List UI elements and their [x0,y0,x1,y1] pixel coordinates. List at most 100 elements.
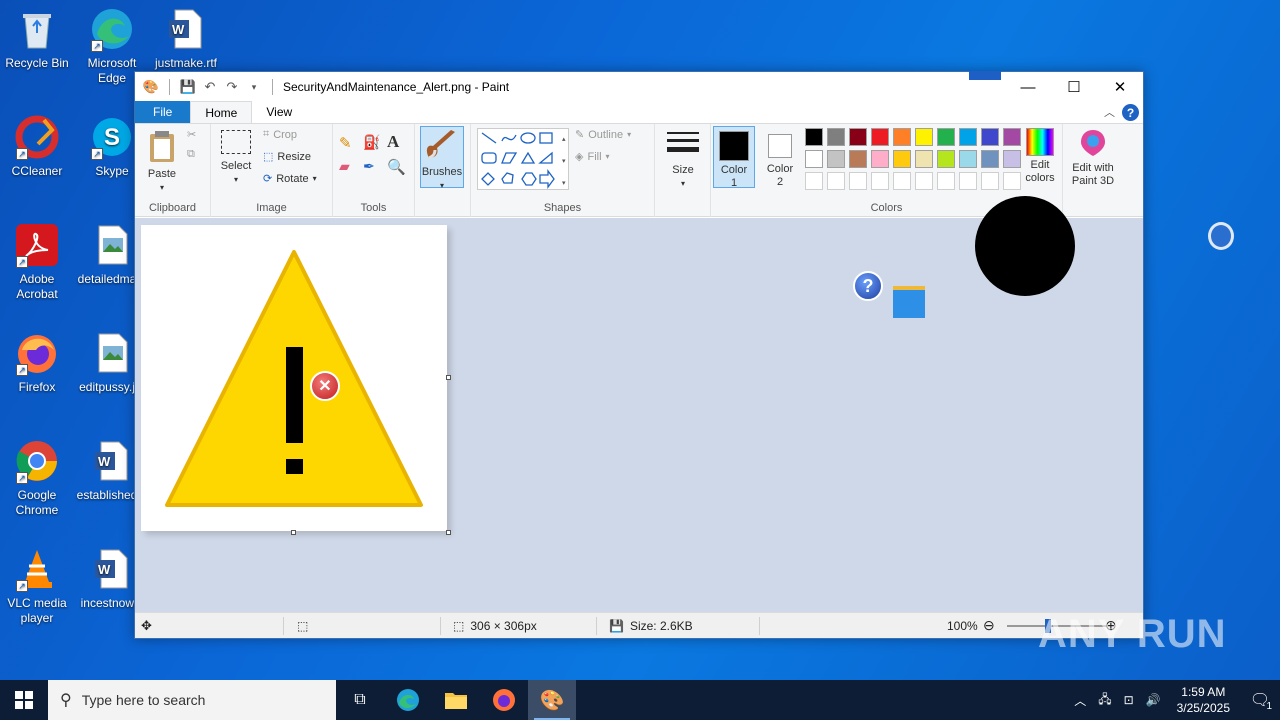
resize-handle-right[interactable] [446,375,451,380]
color2-button[interactable]: Color 2 [759,126,801,188]
rotate-button[interactable]: ⟳ Rotate ▾ [263,172,317,186]
start-button[interactable] [0,680,48,720]
palette-swatch[interactable] [827,172,845,190]
minimize-button[interactable]: — [1005,72,1051,102]
paint3d-group: Edit with Paint 3D [1063,124,1123,217]
palette-swatch[interactable] [827,128,845,146]
paint-window[interactable]: 🎨 💾 ↶ ↷ ▾ SecurityAndMaintenance_Alert.p… [134,71,1144,639]
undo-icon[interactable]: ↶ [202,79,218,95]
shortcut-arrow-icon: ↗ [16,256,28,268]
shapes-group-label: Shapes [543,202,582,214]
color2-swatch [768,134,792,158]
outline-button[interactable]: ✎ Outline ▾ [575,128,631,142]
firefox-icon [493,689,515,711]
edit-colors-button[interactable]: Edit colors [1017,128,1063,185]
divider [169,79,170,95]
palette-swatch[interactable] [893,172,911,190]
palette-swatch[interactable] [871,172,889,190]
rotate-label: Rotate [276,172,309,185]
fill-bucket-icon[interactable]: ⛽ [363,134,380,151]
edit-with-paint3d-button[interactable]: Edit with Paint 3D [1065,128,1121,188]
maximize-button[interactable]: ☐ [1051,72,1097,102]
palette-swatch[interactable] [937,150,955,168]
palette-swatch[interactable] [849,172,867,190]
palette-swatch[interactable] [981,172,999,190]
rotate-icon: ⟳ [263,173,273,185]
palette-swatch[interactable] [959,172,977,190]
taskbar-firefox[interactable] [480,680,528,720]
palette-swatch[interactable] [827,150,845,168]
palette-swatch[interactable] [915,128,933,146]
desktop-icon-acrobat[interactable]: ↗ Adobe Acrobat [0,222,77,302]
tab-home[interactable]: Home [190,101,253,123]
desktop-icon-firefox[interactable]: ↗ Firefox [0,330,77,395]
task-view-button[interactable]: ⧉ [336,680,384,720]
palette-swatch[interactable] [849,150,867,168]
svg-text:▾: ▾ [562,180,566,187]
outline-icon: ✎ [575,129,585,141]
zoom-out-icon[interactable]: ⊖ [983,617,995,634]
redo-icon[interactable]: ↷ [224,79,240,95]
network-icon[interactable]: 🖧 [1092,690,1117,711]
taskbar-search-box[interactable]: ⚲ Type here to search [48,680,336,720]
color-picker-icon[interactable]: ✒ [363,158,375,175]
fill-button[interactable]: ◈ Fill ▾ [575,150,610,164]
tab-view[interactable]: View [252,101,306,123]
shapes-gallery[interactable]: ▴ ▾ ▾ [477,128,569,190]
palette-swatch[interactable] [959,128,977,146]
crop-button[interactable]: ⌗ Crop [263,128,297,141]
palette-swatch[interactable] [915,150,933,168]
color1-button[interactable]: Color 1 [713,126,755,189]
palette-swatch[interactable] [805,128,823,146]
eraser-icon[interactable]: ▰ [339,158,350,175]
save-icon[interactable]: 💾 [180,79,196,95]
clock[interactable]: 1:59 AM 3/25/2025 [1167,684,1240,716]
taskbar-file-explorer[interactable] [432,680,480,720]
palette-swatch[interactable] [981,128,999,146]
volume-icon[interactable]: 🔊 [1140,693,1167,707]
show-hidden-icons-icon[interactable]: ︿ [1068,692,1092,709]
palette-swatch[interactable] [959,150,977,168]
magnifier-icon[interactable]: 🔍 [387,158,406,176]
palette-swatch[interactable] [805,172,823,190]
palette-swatch[interactable] [937,128,955,146]
paint-app-icon[interactable]: 🎨 [143,79,159,95]
size-button[interactable]: Size ▾ [661,130,705,190]
copy-icon[interactable]: ⧉ [187,148,195,161]
desktop-icon-justmake[interactable]: W justmake.rtf [146,6,226,71]
palette-swatch[interactable] [937,172,955,190]
resize-button[interactable]: ⬚ Resize [263,150,311,164]
palette-swatch[interactable] [915,172,933,190]
collapse-ribbon-icon[interactable]: ︿ [1104,104,1115,120]
shortcut-arrow-icon: ↗ [16,472,28,484]
desktop-icon-vlc[interactable]: ↗ VLC media player [0,546,77,626]
palette-swatch[interactable] [805,150,823,168]
paste-button[interactable]: Paste ▾ [143,130,181,194]
pencil-icon[interactable]: ✎ [339,134,352,152]
palette-swatch[interactable] [893,150,911,168]
help-button[interactable]: ? [1122,104,1139,121]
paste-icon [150,131,174,162]
palette-swatch[interactable] [893,128,911,146]
desktop-icon-ccleaner[interactable]: ↗ CCleaner [0,114,77,179]
palette-swatch[interactable] [871,150,889,168]
wifi-icon[interactable]: ⊡ [1118,693,1140,707]
palette-swatch[interactable] [981,150,999,168]
close-button[interactable]: ✕ [1097,72,1143,102]
palette-swatch[interactable] [849,128,867,146]
drawing-canvas[interactable] [141,225,447,531]
tab-file[interactable]: File [135,101,191,123]
resize-handle-bottom[interactable] [291,530,296,535]
desktop-icon-recycle-bin[interactable]: Recycle Bin [0,6,77,71]
select-button[interactable]: Select ▾ [219,130,253,186]
brushes-button[interactable]: Brushes ▾ [420,126,464,190]
desktop-icon-chrome[interactable]: ↗ Google Chrome [0,438,77,518]
resize-handle-corner[interactable] [446,530,451,535]
action-center-button[interactable]: 🗨 1 [1240,680,1280,720]
customize-quick-access-icon[interactable]: ▾ [246,79,262,95]
taskbar-edge[interactable] [384,680,432,720]
cut-icon[interactable]: ✂ [187,128,196,141]
palette-swatch[interactable] [871,128,889,146]
text-icon[interactable]: A [387,132,399,152]
taskbar-paint[interactable]: 🎨 [528,680,576,720]
